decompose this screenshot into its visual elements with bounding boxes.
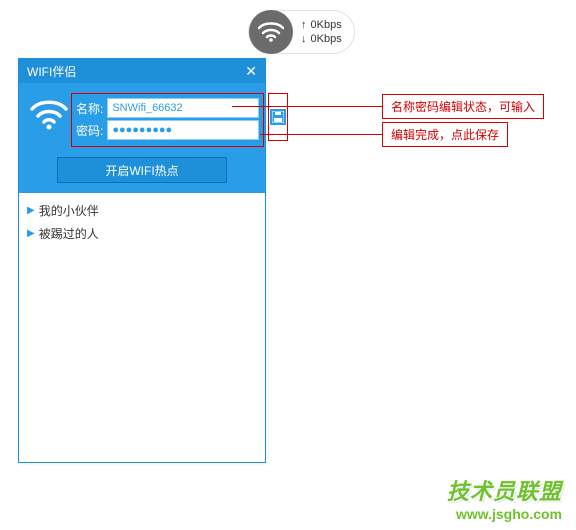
speed-indicator: 0Kbps 0Kbps bbox=[248, 10, 355, 54]
name-label: 名称: bbox=[76, 100, 103, 117]
list-item[interactable]: ▶ 我的小伙伴 bbox=[27, 199, 257, 222]
upload-speed: 0Kbps bbox=[301, 18, 342, 32]
annotation-text: 名称密码编辑状态，可输入 bbox=[382, 94, 544, 119]
list-item-label: 被踢过的人 bbox=[39, 225, 99, 242]
chevron-right-icon: ▶ bbox=[27, 205, 35, 216]
password-label: 密码: bbox=[76, 122, 103, 139]
close-icon[interactable]: ✕ bbox=[245, 63, 257, 80]
list-area: ▶ 我的小伙伴 ▶ 被踢过的人 bbox=[19, 193, 265, 251]
header-panel: 名称: 密码: 开启WIFI热点 bbox=[19, 83, 265, 193]
watermark-url: www.jsgho.com bbox=[447, 506, 562, 522]
download-speed: 0Kbps bbox=[301, 32, 342, 46]
window-title: WIFI伴侣 bbox=[27, 63, 76, 80]
wifi-icon bbox=[249, 10, 293, 54]
wifi-icon bbox=[27, 99, 71, 131]
annotation-text: 编辑完成，点此保存 bbox=[382, 122, 508, 147]
list-item[interactable]: ▶ 被踢过的人 bbox=[27, 222, 257, 245]
wifi-companion-window: WIFI伴侣 ✕ 名称: 密码: bbox=[18, 58, 266, 463]
watermark-title: 技术员联盟 bbox=[447, 474, 562, 506]
wifi-password-input[interactable] bbox=[107, 120, 259, 140]
list-item-label: 我的小伙伴 bbox=[39, 202, 99, 219]
start-hotspot-button[interactable]: 开启WIFI热点 bbox=[57, 157, 227, 183]
watermark: 技术员联盟 www.jsgho.com bbox=[447, 474, 562, 522]
annotation-callout: 名称密码编辑状态，可输入 bbox=[232, 94, 544, 119]
annotation-callout: 编辑完成，点此保存 bbox=[260, 122, 508, 147]
titlebar: WIFI伴侣 ✕ bbox=[19, 59, 265, 83]
chevron-right-icon: ▶ bbox=[27, 228, 35, 239]
